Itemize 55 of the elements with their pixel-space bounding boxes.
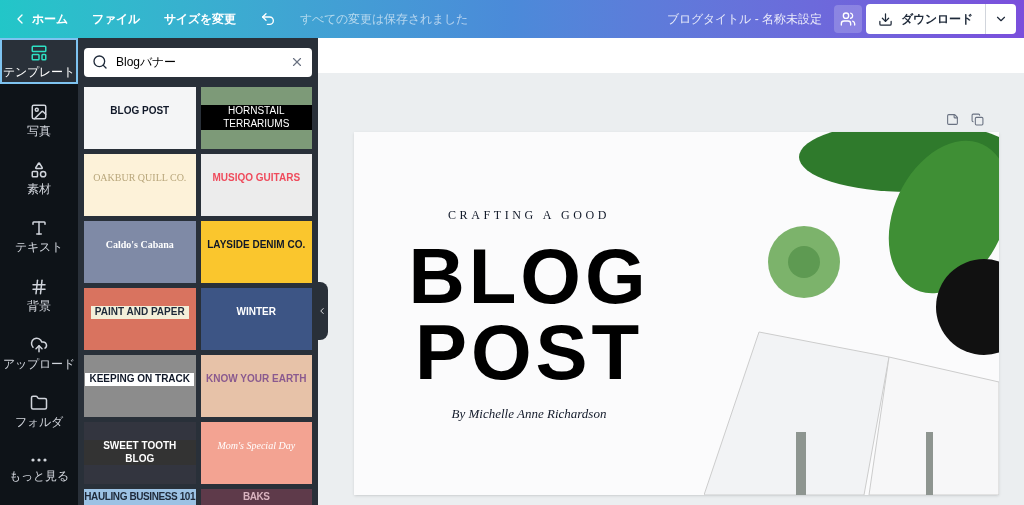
- template-thumbnail[interactable]: BAKS: [200, 489, 312, 505]
- canvas-title: BLOG: [408, 238, 650, 314]
- download-icon: [878, 11, 893, 27]
- template-title: Caldo's Cabana: [105, 239, 174, 252]
- template-title: BLOG POST: [110, 105, 170, 118]
- search-icon: [92, 54, 108, 70]
- rail-item[interactable]: 写真: [0, 96, 78, 143]
- more-icon: [31, 457, 47, 462]
- template-thumbnail[interactable]: HORNSTAIL TERRARIUMS: [200, 87, 312, 149]
- add-people-icon: [840, 11, 856, 27]
- folder-icon: [30, 394, 48, 413]
- search-field[interactable]: Blogバナー: [84, 48, 312, 77]
- template-title: MUSIQO GUITARS: [212, 172, 301, 185]
- rail-item[interactable]: テキスト: [0, 213, 78, 260]
- save-status: すべての変更は保存されました: [300, 11, 468, 28]
- template-title: LAYSIDE DENIM CO.: [207, 239, 306, 252]
- rail-item[interactable]: 素材: [0, 154, 78, 202]
- template-thumbnail[interactable]: KEEPING ON TRACK: [84, 355, 196, 417]
- canvas-byline: By Michelle Anne Richardson: [451, 405, 607, 423]
- chevron-left-icon: [317, 306, 327, 316]
- template-thumbnail[interactable]: SWEET TOOTH BLOG: [84, 422, 196, 484]
- rail-item[interactable]: 背景: [0, 271, 78, 318]
- template-title: HORNSTAIL TERRARIUMS: [200, 105, 312, 130]
- template-title: BAKS: [242, 491, 270, 504]
- undo-icon[interactable]: [260, 11, 276, 27]
- template-thumbnail[interactable]: WINTER: [200, 288, 312, 350]
- template-thumbnail[interactable]: BLOG POST: [84, 87, 196, 149]
- template-thumbnail[interactable]: PAINT AND PAPER: [84, 288, 196, 350]
- template-title: SWEET TOOTH BLOG: [84, 440, 196, 465]
- template-title: WINTER: [236, 306, 276, 319]
- template-title: KEEPING ON TRACK: [85, 373, 195, 386]
- rail-item[interactable]: テンプレート: [0, 38, 78, 85]
- template-title: OAKBUR QUILL CO.: [93, 172, 187, 185]
- template-thumbnail[interactable]: HAULING BUSINESS 101: [84, 489, 196, 505]
- collapse-panel-handle[interactable]: [316, 282, 328, 340]
- template-thumbnail[interactable]: LAYSIDE DENIM CO.: [200, 221, 312, 283]
- copy-icon[interactable]: [971, 113, 984, 126]
- template-title: PAINT AND PAPER: [90, 306, 189, 319]
- canvas-title: POST: [415, 314, 643, 390]
- share-button[interactable]: [834, 5, 862, 33]
- rail-item[interactable]: フォルダ: [0, 388, 78, 435]
- elements-icon: [30, 160, 48, 179]
- upload-icon: [30, 336, 48, 355]
- document-title[interactable]: ブログタイトル - 名称未設定: [667, 10, 822, 28]
- photo-icon: [30, 102, 48, 121]
- note-icon[interactable]: [946, 113, 959, 126]
- template-title: KNOW YOUR EARTH: [206, 373, 307, 386]
- canvas-kicker: CRAFTING A GOOD: [448, 207, 610, 224]
- rail-item[interactable]: もっと見る: [0, 446, 78, 493]
- text-icon: [30, 219, 48, 238]
- rail-item[interactable]: アップロード: [0, 329, 78, 377]
- template-title: Mom's Special Day: [217, 440, 296, 453]
- background-icon: [30, 277, 48, 296]
- clear-icon[interactable]: [290, 55, 304, 69]
- template-icon: [30, 44, 48, 63]
